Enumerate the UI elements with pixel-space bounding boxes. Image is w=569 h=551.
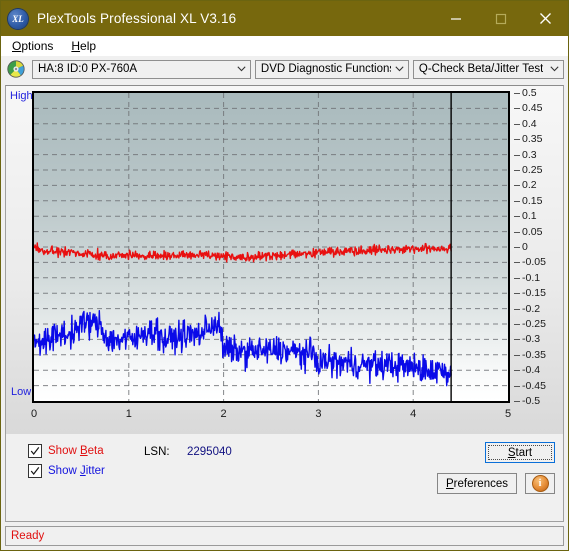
- y-tick-label: -0.4: [522, 364, 541, 377]
- minimize-icon[interactable]: [433, 1, 478, 36]
- y-tick-label: 0.05: [522, 225, 543, 238]
- y-tick-mark: [514, 262, 520, 264]
- menu-item-help[interactable]: Help: [66, 37, 105, 55]
- y-tick-mark: [514, 139, 520, 141]
- y-tick-mark: [514, 247, 520, 248]
- y-tick-mark: [514, 324, 520, 325]
- y-tick-label: -0.1: [522, 271, 541, 284]
- y-tick-mark: [514, 370, 520, 372]
- plextools-xl-logo-icon: XL: [8, 8, 28, 29]
- y-tick-label: -0.45: [522, 379, 546, 392]
- x-tick-label: 2: [220, 408, 227, 420]
- menu-item-options[interactable]: Options: [7, 37, 62, 55]
- application-window: XL PlexTools Professional XL V3.16 Optio…: [0, 0, 569, 551]
- show-beta-label: Show Beta: [48, 445, 104, 457]
- y-tick-label: 0: [522, 241, 528, 253]
- y-tick-label: -0.35: [522, 348, 546, 361]
- y-tick-label: 0.1: [522, 210, 537, 223]
- preferences-button-label: Preferences: [445, 477, 508, 490]
- lsn-label: LSN:: [144, 446, 170, 458]
- x-tick-label: 4: [410, 408, 417, 420]
- y-tick-label: 0.5: [522, 87, 537, 99]
- close-icon[interactable]: [523, 1, 568, 36]
- x-tick-label: 1: [125, 408, 132, 420]
- x-tick-label: 5: [504, 408, 512, 420]
- menu-bar: Options Help: [1, 36, 568, 56]
- window-title: PlexTools Professional XL V3.16: [37, 11, 237, 26]
- y-tick-mark: [514, 123, 520, 125]
- y-tick-mark: [514, 339, 520, 341]
- y-tick-mark: [514, 108, 520, 110]
- y-tick-mark: [514, 354, 520, 356]
- y-tick-mark: [514, 293, 520, 295]
- drive-select-value: HA:8 ID:0 PX-760A: [38, 63, 138, 75]
- start-button-label: Start: [488, 445, 552, 460]
- y-tick-mark: [514, 216, 520, 218]
- lsn-value: 2295040: [187, 446, 232, 458]
- y-tick-label: -0.15: [522, 287, 546, 300]
- y-tick-mark: [514, 200, 520, 202]
- checkbox-icon[interactable]: [28, 464, 42, 478]
- y-tick-mark: [514, 154, 520, 156]
- test-select[interactable]: Q-Check Beta/Jitter Test: [412, 59, 564, 79]
- x-tick-label: 3: [315, 408, 322, 420]
- y-tick-label: 0.2: [522, 179, 537, 192]
- y-tick-label: -0.5: [522, 395, 541, 407]
- y-tick-label: -0.05: [522, 256, 546, 269]
- status-text: Ready: [11, 530, 45, 542]
- y-tick-mark: [514, 231, 520, 233]
- main-panel: High Low 0.5 0.45 0.4 0.35 0.3 0.25 0.2 0.15 0.1…: [5, 85, 564, 522]
- y-tick-label: 0.15: [522, 194, 543, 207]
- show-beta-checkbox-row[interactable]: Show Beta: [28, 444, 104, 458]
- y-tick-mark: [514, 308, 520, 310]
- info-button[interactable]: i: [525, 473, 555, 494]
- maximize-icon[interactable]: [478, 1, 523, 36]
- x-axis-labels: 0 1 2 3 4 5: [6, 408, 540, 426]
- chevron-down-icon: [233, 66, 250, 72]
- show-jitter-checkbox-row[interactable]: Show Jitter: [28, 464, 105, 478]
- y-axis-labels: 0.5 0.45 0.4 0.35 0.3 0.25 0.2 0.15 0.1 0.05 0 -0.0…: [514, 86, 569, 408]
- y-tick-label: -0.25: [522, 318, 546, 330]
- toolbar: HA:8 ID:0 PX-760A DVD Diagnostic Functio…: [1, 56, 568, 82]
- checkbox-icon[interactable]: [28, 444, 42, 458]
- y-tick-label: 0.3: [522, 148, 537, 161]
- chevron-down-icon: [391, 66, 408, 72]
- y-tick-mark: [514, 93, 520, 94]
- y-tick-label: 0.25: [522, 164, 543, 176]
- y-tick-label: 0.45: [522, 102, 543, 115]
- title-bar: XL PlexTools Professional XL V3.16: [1, 1, 568, 36]
- axis-label-high: High: [10, 90, 33, 102]
- x-tick-label: 0: [30, 408, 38, 420]
- chevron-down-icon: [546, 66, 563, 72]
- test-select-value: Q-Check Beta/Jitter Test: [418, 63, 544, 75]
- info-icon: i: [531, 475, 549, 492]
- optical-disc-icon: [7, 60, 25, 78]
- y-tick-mark: [514, 185, 520, 187]
- start-button[interactable]: Start: [485, 442, 555, 463]
- function-select[interactable]: DVD Diagnostic Functions: [254, 59, 409, 79]
- y-tick-label: 0.35: [522, 133, 543, 146]
- chart-area: High Low 0.5 0.45 0.4 0.35 0.3 0.25 0.2 0.15 0.1…: [6, 86, 563, 434]
- show-jitter-label: Show Jitter: [48, 465, 105, 477]
- y-tick-label: 0.4: [522, 117, 537, 130]
- status-bar: Ready: [5, 526, 564, 546]
- preferences-button[interactable]: Preferences: [437, 473, 517, 494]
- y-tick-mark: [514, 401, 520, 402]
- plot-canvas: [32, 91, 510, 403]
- y-tick-mark: [514, 385, 520, 387]
- axis-label-low: Low: [11, 386, 32, 398]
- y-tick-mark: [514, 170, 520, 171]
- drive-select[interactable]: HA:8 ID:0 PX-760A: [32, 59, 251, 79]
- y-tick-label: -0.2: [522, 302, 541, 315]
- function-select-value: DVD Diagnostic Functions: [260, 63, 391, 75]
- controls-area: Show Beta Show Jitter LSN: 2295040 Start…: [6, 434, 563, 521]
- window-controls: [433, 1, 568, 36]
- y-tick-mark: [514, 277, 520, 279]
- y-tick-label: -0.3: [522, 333, 541, 346]
